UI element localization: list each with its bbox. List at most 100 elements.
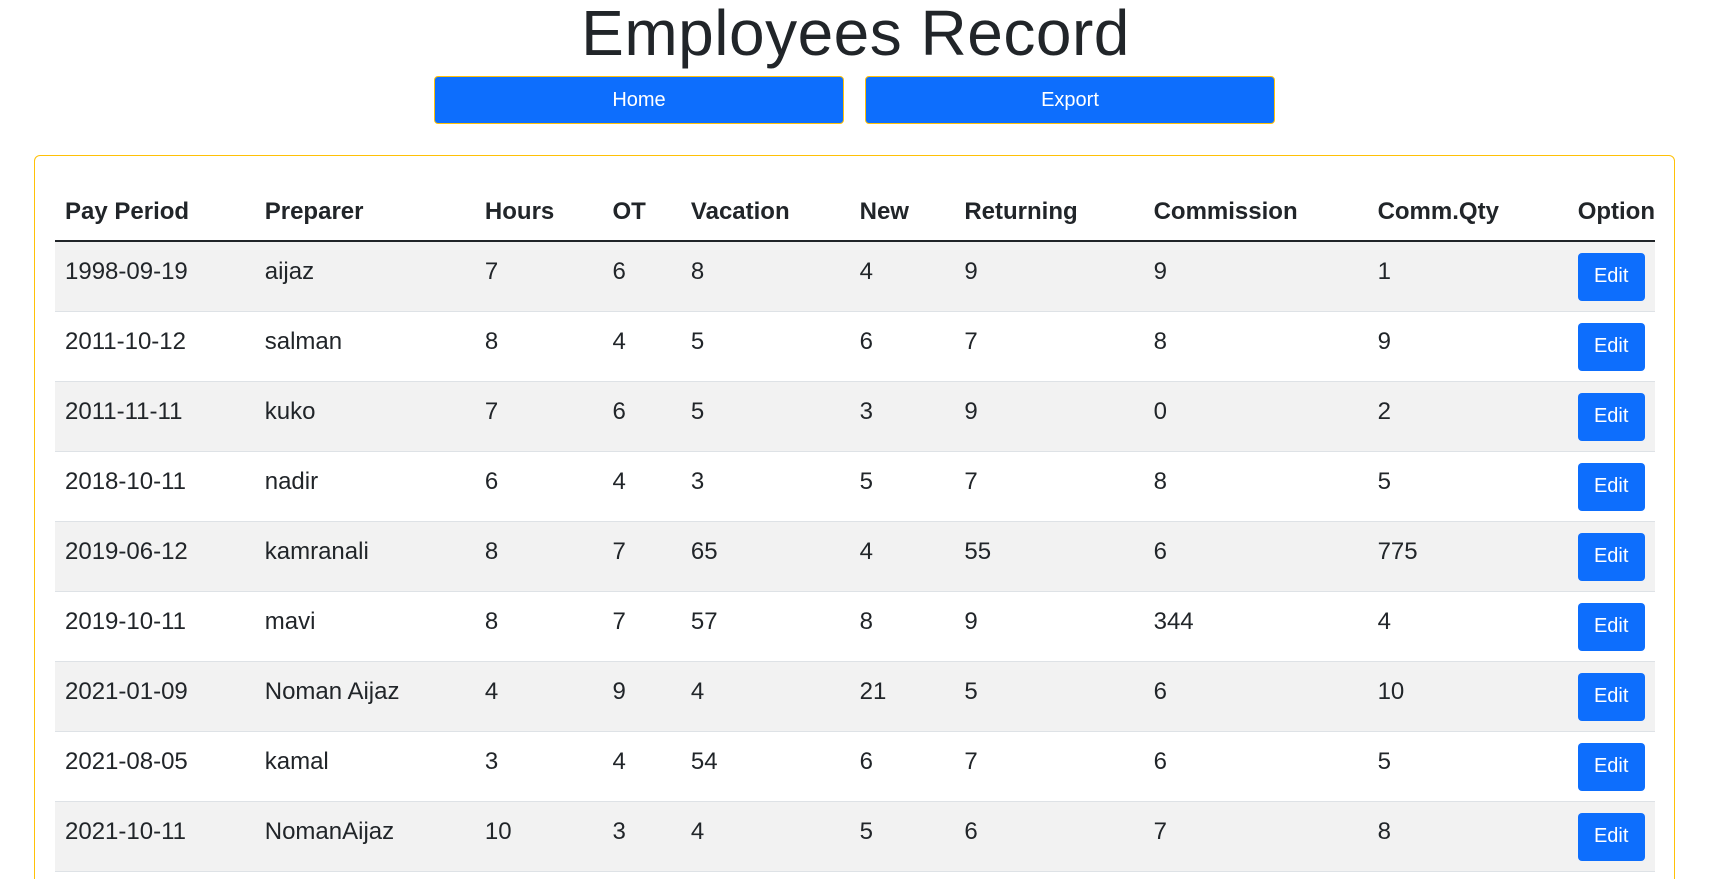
cell-comm-qty: 2 [1367,381,1568,452]
cell-hours: 7 [474,381,603,452]
page: Employees Record Home Export Pay Period … [0,0,1711,879]
cell-hours: 6 [474,451,603,522]
cell-comm-qty: 1 [1367,241,1568,312]
cell-returning: 7 [954,451,1144,522]
cell-comm-qty: 8 [1367,801,1568,872]
header-preparer: Preparer [254,184,475,242]
cell-commission: 9 [1143,241,1368,312]
edit-button[interactable]: Edit [1577,322,1645,371]
cell-vacation: 57 [680,591,850,662]
cell-preparer: NomanAijaz [254,801,475,872]
header-comm-qty: Comm.Qty [1367,184,1568,242]
cell-pay-period: 2021-08-05 [55,731,255,802]
page-title: Employees Record [581,0,1130,69]
cell-ot: 4 [602,311,681,382]
export-button[interactable]: Export [865,76,1275,124]
edit-button[interactable]: Edit [1577,392,1645,441]
records-card: Pay Period Preparer Hours OT Vacation Ne… [34,155,1675,879]
cell-hours: 7 [474,241,603,312]
header-hours: Hours [474,184,603,242]
cell-commission: 7 [1143,801,1368,872]
edit-button[interactable]: Edit [1577,672,1645,721]
cell-pay-period: 1998-09-19 [55,241,255,312]
header-new: New [849,184,955,242]
cell-commission: 6 [1143,731,1368,802]
edit-button[interactable]: Edit [1577,812,1645,861]
cell-new: 4 [849,521,955,592]
cell-option: Edit [1567,521,1655,592]
cell-ot: 7 [602,591,681,662]
cell-comm-qty: 9 [1367,311,1568,382]
cell-ot: 4 [602,731,681,802]
records-table: Pay Period Preparer Hours OT Vacation Ne… [55,184,1655,872]
header-row: Pay Period Preparer Hours OT Vacation Ne… [55,184,1655,242]
edit-button[interactable]: Edit [1577,532,1645,581]
cell-comm-qty: 5 [1367,451,1568,522]
cell-new: 21 [849,661,955,732]
cell-vacation: 5 [680,311,850,382]
cell-new: 5 [849,451,955,522]
cell-hours: 4 [474,661,603,732]
cell-vacation: 8 [680,241,850,312]
cell-commission: 6 [1143,661,1368,732]
cell-preparer: nadir [254,451,475,522]
cell-pay-period: 2021-10-11 [55,801,255,872]
edit-button[interactable]: Edit [1577,252,1645,301]
cell-pay-period: 2019-10-11 [55,591,255,662]
cell-hours: 8 [474,521,603,592]
cell-preparer: kuko [254,381,475,452]
cell-pay-period: 2021-01-09 [55,661,255,732]
cell-vacation: 3 [680,451,850,522]
header-vacation: Vacation [680,184,850,242]
table-row: 2021-10-11 NomanAijaz 10 3 4 5 6 7 8 Edit [55,801,1655,872]
cell-new: 3 [849,381,955,452]
table-header: Pay Period Preparer Hours OT Vacation Ne… [55,184,1655,242]
cell-vacation: 5 [680,381,850,452]
table-body: 1998-09-19 aijaz 7 6 8 4 9 9 1 Edit 2011-10-12 salm… [55,241,1655,872]
cell-commission: 6 [1143,521,1368,592]
cell-option: Edit [1567,661,1655,732]
cell-option: Edit [1567,311,1655,382]
toolbar: Home Export [0,76,1711,124]
cell-vacation: 4 [680,801,850,872]
cell-comm-qty: 775 [1367,521,1568,592]
cell-ot: 4 [602,451,681,522]
cell-hours: 10 [474,801,603,872]
cell-pay-period: 2011-11-11 [55,381,255,452]
cell-hours: 3 [474,731,603,802]
edit-button[interactable]: Edit [1577,462,1645,511]
table-row: 2011-10-12 salman 8 4 5 6 7 8 9 Edit [55,311,1655,382]
home-button[interactable]: Home [434,76,844,124]
header-ot: OT [602,184,681,242]
cell-returning: 6 [954,801,1144,872]
table-row: 2021-01-09 Noman Aijaz 4 9 4 21 5 6 10 Edit [55,661,1655,732]
cell-preparer: Noman Aijaz [254,661,475,732]
cell-pay-period: 2018-10-11 [55,451,255,522]
cell-comm-qty: 4 [1367,591,1568,662]
cell-new: 6 [849,311,955,382]
edit-button[interactable]: Edit [1577,742,1645,791]
cell-comm-qty: 10 [1367,661,1568,732]
cell-commission: 0 [1143,381,1368,452]
cell-ot: 7 [602,521,681,592]
table-row: 1998-09-19 aijaz 7 6 8 4 9 9 1 Edit [55,241,1655,312]
cell-hours: 8 [474,591,603,662]
cell-ot: 9 [602,661,681,732]
cell-option: Edit [1567,381,1655,452]
cell-returning: 5 [954,661,1144,732]
cell-preparer: kamal [254,731,475,802]
cell-returning: 9 [954,591,1144,662]
cell-hours: 8 [474,311,603,382]
cell-returning: 7 [954,731,1144,802]
edit-button[interactable]: Edit [1577,602,1645,651]
cell-vacation: 4 [680,661,850,732]
cell-new: 5 [849,801,955,872]
cell-preparer: kamranali [254,521,475,592]
cell-new: 8 [849,591,955,662]
header-option: Option [1567,184,1655,242]
cell-option: Edit [1567,801,1655,872]
cell-ot: 6 [602,381,681,452]
cell-option: Edit [1567,591,1655,662]
cell-new: 4 [849,241,955,312]
cell-returning: 55 [954,521,1144,592]
